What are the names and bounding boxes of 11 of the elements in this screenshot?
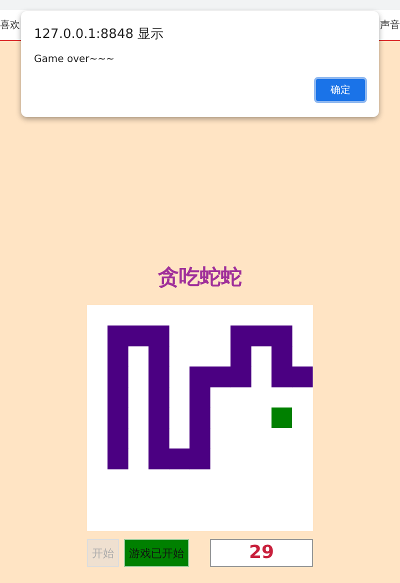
score-display: 29 — [210, 539, 313, 567]
dialog-message: Game over~~~ — [34, 54, 116, 65]
page-tab[interactable]: 喜欢 — [0, 18, 20, 32]
status-button[interactable]: 游戏已开始 — [124, 539, 189, 567]
snake-segment — [292, 366, 313, 388]
page-tab[interactable]: 声音 — [380, 18, 400, 32]
ok-button[interactable]: 确定 — [314, 77, 367, 103]
snake-segment — [108, 448, 128, 470]
dialog-title: 127.0.0.1:8848 显示 — [34, 26, 165, 43]
food — [272, 408, 292, 428]
game-title: 贪吃蛇蛇 — [158, 263, 242, 291]
